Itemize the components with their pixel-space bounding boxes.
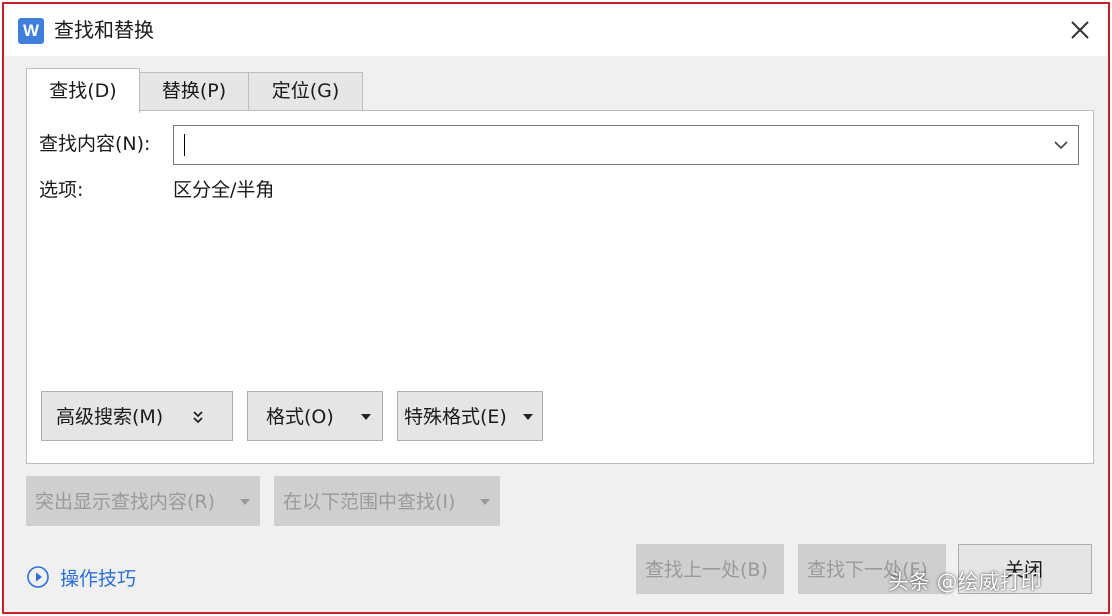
tab-find[interactable]: 查找(D): [26, 68, 140, 113]
wps-writer-icon: W: [18, 18, 44, 44]
options-label: 选项:: [39, 179, 84, 201]
advanced-search-button[interactable]: 高级搜索(M): [41, 391, 233, 441]
text-caret: [184, 134, 185, 156]
format-label: 格式(O): [266, 406, 334, 428]
chevron-down-icon[interactable]: [1052, 136, 1070, 154]
operation-tips-label: 操作技巧: [60, 567, 137, 590]
watermark-text: 头条 @绘威打印: [888, 570, 1042, 594]
find-previous-label: 查找上一处(B): [645, 559, 768, 581]
highlight-found-button[interactable]: 突出显示查找内容(R): [26, 476, 260, 526]
find-panel: 查找内容(N): 选项: 区分全/半角 高级搜索(M) 格式(O) 特殊格式(E…: [26, 110, 1094, 464]
find-in-range-label: 在以下范围中查找(I): [283, 491, 456, 513]
find-replace-dialog: W 查找和替换 查找(D) 替换(P) 定位(G) 查找内容(N): 选项: 区…: [2, 2, 1110, 614]
options-value: 区分全/半角: [173, 179, 275, 201]
close-icon: [1071, 21, 1089, 39]
find-content-label: 查找内容(N):: [39, 133, 151, 155]
double-chevron-down-icon: [193, 411, 203, 424]
close-button[interactable]: [1060, 12, 1100, 48]
find-previous-button[interactable]: 查找上一处(B): [636, 544, 784, 594]
caret-down-icon: [480, 499, 490, 505]
caret-down-icon: [240, 499, 250, 505]
title-bar: W 查找和替换: [4, 4, 1108, 56]
special-format-button[interactable]: 特殊格式(E): [397, 391, 543, 441]
dialog-title: 查找和替换: [54, 18, 154, 42]
advanced-search-label: 高级搜索(M): [56, 406, 164, 428]
tab-replace[interactable]: 替换(P): [139, 72, 249, 111]
find-content-combobox[interactable]: [173, 125, 1079, 165]
operation-tips-link[interactable]: 操作技巧: [26, 562, 136, 592]
highlight-found-label: 突出显示查找内容(R): [35, 491, 216, 513]
special-format-label: 特殊格式(E): [404, 406, 507, 428]
play-circle-icon: [27, 566, 49, 588]
tab-goto[interactable]: 定位(G): [248, 72, 363, 111]
find-in-range-button[interactable]: 在以下范围中查找(I): [274, 476, 500, 526]
caret-down-icon: [361, 414, 371, 420]
caret-down-icon: [523, 414, 533, 420]
format-button[interactable]: 格式(O): [247, 391, 383, 441]
